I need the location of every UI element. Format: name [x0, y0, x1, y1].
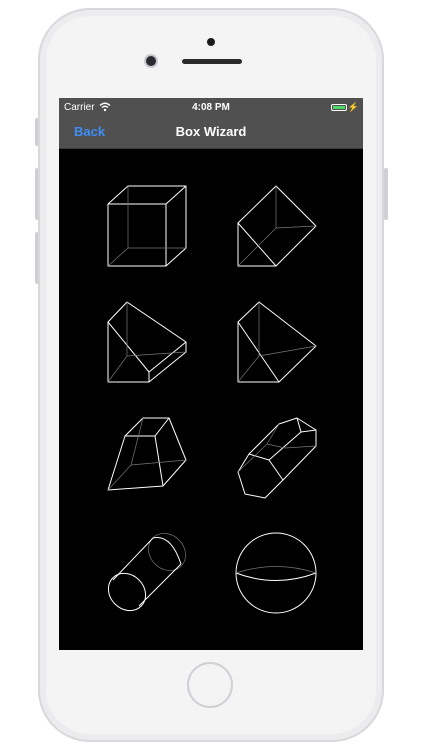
status-bar: Carrier 4:08 PM ⚡ — [59, 98, 363, 118]
sphere-icon — [235, 532, 317, 614]
truncated-pyramid-shape[interactable] — [101, 410, 191, 500]
sphere-shape[interactable] — [231, 526, 321, 616]
status-time: 4:08 PM — [192, 102, 230, 113]
page-title: Box Wizard — [175, 124, 247, 139]
hexagonal-prism-icon — [237, 417, 317, 499]
app-screen: Carrier 4:08 PM ⚡ Back Box Wizard — [59, 98, 363, 650]
cylinder-icon — [107, 533, 186, 612]
wedge-shape[interactable] — [101, 294, 191, 384]
hexagonal-prism-shape[interactable] — [231, 410, 321, 500]
front-camera — [207, 38, 215, 46]
power-button — [384, 168, 388, 220]
earpiece-speaker — [182, 59, 242, 64]
triangular-prism-icon — [237, 185, 317, 267]
battery-icon — [331, 104, 347, 111]
triangular-prism-shape[interactable] — [231, 178, 321, 268]
charging-icon: ⚡ — [347, 102, 359, 112]
sloped-wedge-shape[interactable] — [231, 294, 321, 384]
navigation-bar: Back Box Wizard — [59, 118, 363, 149]
proximity-sensor — [146, 56, 156, 66]
cube-shape[interactable] — [101, 178, 191, 268]
sloped-wedge-icon — [237, 301, 317, 383]
cube-icon — [107, 185, 187, 267]
cylinder-shape[interactable] — [101, 526, 191, 616]
home-button[interactable] — [187, 662, 233, 708]
wedge-icon — [107, 301, 187, 383]
truncated-pyramid-icon — [107, 417, 187, 491]
